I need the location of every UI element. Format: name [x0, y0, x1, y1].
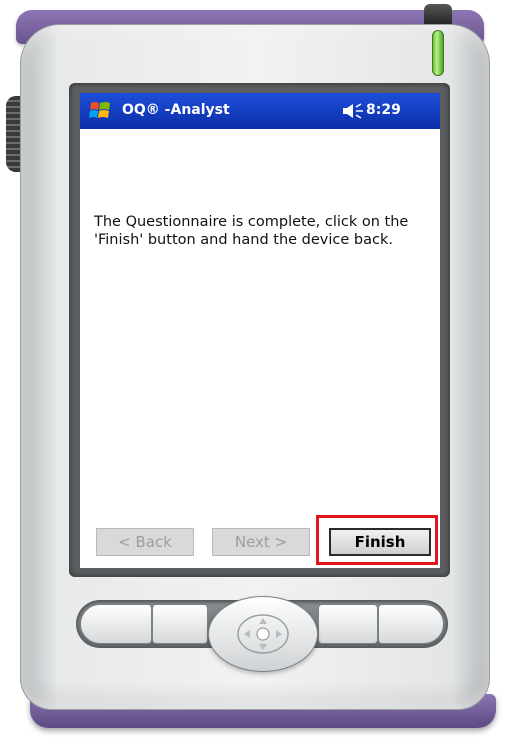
completion-message: The Questionnaire is complete, click on …: [94, 214, 409, 248]
back-button[interactable]: < Back: [96, 528, 194, 556]
hardware-button-2[interactable]: [152, 604, 208, 644]
hardware-button-1[interactable]: [80, 604, 152, 644]
dpad-arrows-icon: [237, 614, 289, 654]
finish-highlight-box: [316, 515, 438, 565]
next-button[interactable]: Next >: [212, 528, 310, 556]
device-screen: OQ® -Analyst 8:29 The Questionnaire is c…: [80, 93, 440, 568]
title-bar: OQ® -Analyst 8:29: [80, 93, 440, 129]
stylus[interactable]: [424, 4, 452, 26]
clock[interactable]: 8:29: [366, 102, 401, 118]
speaker-icon[interactable]: [342, 103, 364, 119]
app-title: OQ® -Analyst: [122, 102, 230, 118]
notification-led: [432, 30, 444, 76]
hardware-button-3[interactable]: [318, 604, 378, 644]
hardware-button-4[interactable]: [378, 604, 444, 644]
pda-device-scene: OQ® -Analyst 8:29 The Questionnaire is c…: [0, 0, 519, 739]
windows-flag-icon[interactable]: [88, 98, 114, 124]
